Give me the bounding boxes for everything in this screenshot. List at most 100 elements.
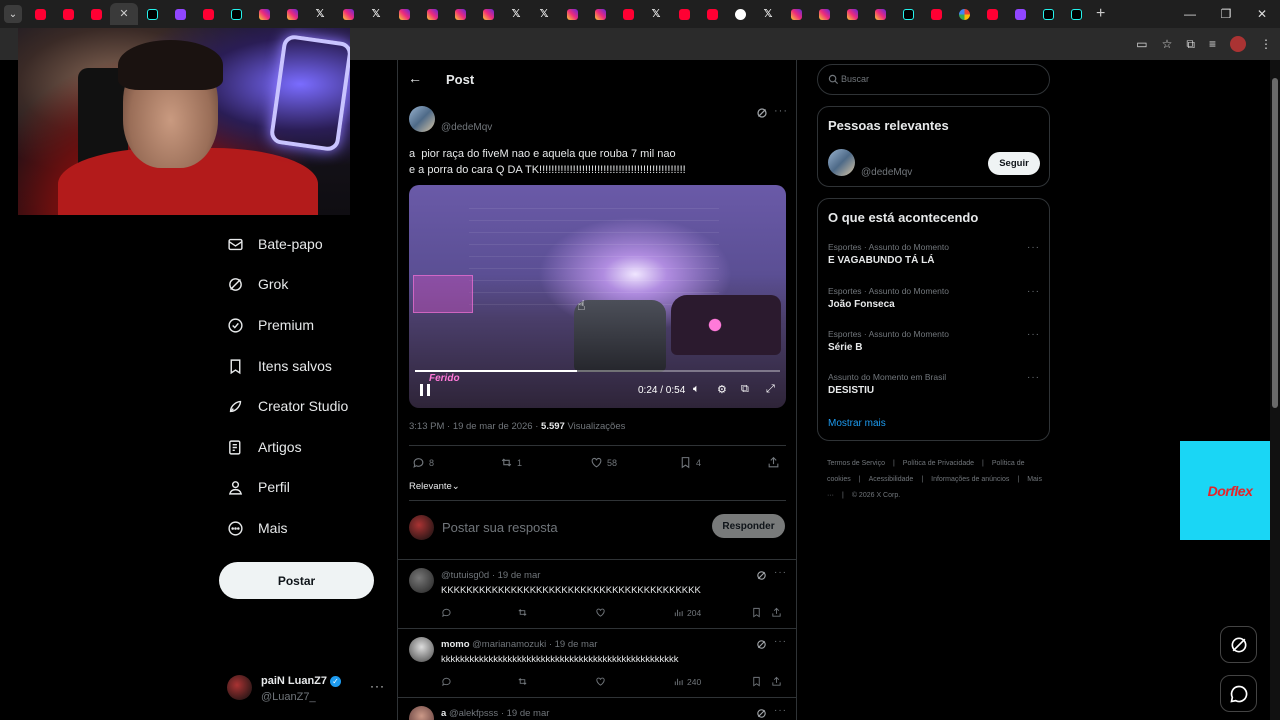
back-arrow-icon[interactable]: ← <box>408 70 422 86</box>
messages-floating-button[interactable] <box>1220 675 1257 712</box>
nav-item-itens-salvos[interactable]: Itens salvos <box>227 352 387 380</box>
restore-button[interactable]: ❐ <box>1208 0 1244 28</box>
share-icon[interactable] <box>771 607 782 618</box>
browser-tab[interactable] <box>54 3 82 25</box>
heart-icon[interactable] <box>595 676 606 687</box>
repost-action[interactable]: 1 <box>500 456 522 469</box>
browser-tab[interactable] <box>250 3 278 25</box>
media-control-icon[interactable]: ≡ <box>1209 37 1216 51</box>
more-icon[interactable]: ··· <box>1027 242 1040 253</box>
browser-tab[interactable] <box>390 3 418 25</box>
comment-avatar[interactable] <box>409 706 434 720</box>
bookmark-icon[interactable] <box>751 676 762 687</box>
scrollbar-thumb[interactable] <box>1272 78 1278 408</box>
post-button[interactable]: Postar <box>219 562 374 599</box>
browser-tab[interactable] <box>26 3 54 25</box>
comment-item[interactable]: momo @marianamozuki · 19 de mar kkkkkkkk… <box>398 629 796 697</box>
trend-item[interactable]: Esportes · Assunto do Momento E VAGABUND… <box>828 242 1041 266</box>
show-more-link[interactable]: Mostrar mais <box>828 418 886 429</box>
url-field[interactable] <box>350 33 1110 55</box>
more-icon[interactable]: ··· <box>774 567 787 578</box>
browser-tab[interactable] <box>334 3 362 25</box>
browser-tab[interactable] <box>726 3 754 25</box>
trend-item[interactable]: Assunto do Momento em Brasil DESISTIU ··… <box>828 372 1041 396</box>
account-switcher[interactable]: paiN LuanZ7 ✓ @LuanZ7_ ··· <box>227 673 387 707</box>
footer-link[interactable]: Informações de anúncios <box>931 476 1009 483</box>
more-icon[interactable]: ··· <box>370 679 385 693</box>
more-icon[interactable]: ··· <box>1027 372 1040 383</box>
trend-item[interactable]: Esportes · Assunto do Momento Série B ··… <box>828 329 1041 353</box>
nav-item-grok[interactable]: Grok <box>227 270 387 298</box>
sort-dropdown[interactable]: Relevante⌄ <box>409 481 460 492</box>
browser-tab[interactable] <box>1062 3 1090 25</box>
browser-tab[interactable]: ✕ <box>110 3 138 25</box>
like-action[interactable]: 58 <box>590 456 617 469</box>
share-icon[interactable] <box>771 676 782 687</box>
browser-tab[interactable] <box>866 3 894 25</box>
browser-tab[interactable] <box>810 3 838 25</box>
dorflex-ad[interactable]: Dorflex <box>1180 441 1280 540</box>
star-icon[interactable]: ☆ <box>1162 37 1173 51</box>
browser-tab[interactable] <box>558 3 586 25</box>
footer-link[interactable]: Acessibilidade <box>869 476 914 483</box>
browser-tab[interactable] <box>1034 3 1062 25</box>
browser-tab[interactable] <box>950 3 978 25</box>
comment-handle[interactable]: @tutuisg0d <box>441 570 489 581</box>
author-handle[interactable]: @dedeMqv <box>441 122 492 133</box>
comment-avatar[interactable] <box>409 637 434 662</box>
browser-tab[interactable] <box>418 3 446 25</box>
browser-tab[interactable]: 𝕏 <box>754 3 782 25</box>
search-input[interactable]: Buscar <box>817 64 1050 95</box>
grok-icon[interactable] <box>756 639 767 650</box>
nav-item-artigos[interactable]: Artigos <box>227 433 387 461</box>
browser-tab[interactable] <box>222 3 250 25</box>
comment-handle[interactable]: @alekfpsss <box>449 708 498 719</box>
browser-tab[interactable] <box>446 3 474 25</box>
browser-tab[interactable] <box>194 3 222 25</box>
reply-icon[interactable] <box>441 607 452 618</box>
comment-item[interactable]: @tutuisg0d · 19 de mar KKKKKKKKKKKKKKKKK… <box>398 560 796 628</box>
person-handle[interactable]: @dedeMqv <box>861 167 912 178</box>
browser-tab[interactable]: 𝕏 <box>642 3 670 25</box>
follow-button[interactable]: Seguir <box>988 152 1040 175</box>
browser-tab[interactable] <box>474 3 502 25</box>
browser-tab[interactable]: 𝕏 <box>362 3 390 25</box>
reply-input[interactable]: Postar sua resposta <box>442 520 558 535</box>
comment-avatar[interactable] <box>409 568 434 593</box>
reply-action[interactable]: 8 <box>412 456 434 469</box>
footer-link[interactable]: Termos de Serviço <box>827 460 885 467</box>
views-stat[interactable]: 240 <box>673 676 701 687</box>
more-icon[interactable]: ··· <box>774 705 787 716</box>
reply-icon[interactable] <box>441 676 452 687</box>
bookmark-action[interactable]: 4 <box>679 456 701 469</box>
comment-item[interactable]: a @alekfpsss · 19 de mar ··· <box>398 698 796 720</box>
browser-tab[interactable] <box>278 3 306 25</box>
browser-tab[interactable] <box>166 3 194 25</box>
bookmark-icon[interactable] <box>751 607 762 618</box>
browser-tab[interactable] <box>614 3 642 25</box>
browser-tab[interactable] <box>838 3 866 25</box>
repost-icon[interactable] <box>517 676 528 687</box>
author-avatar[interactable] <box>409 106 435 132</box>
browser-tab[interactable]: 𝕏 <box>502 3 530 25</box>
video-progress-bar[interactable] <box>415 370 780 372</box>
close-window-button[interactable]: ✕ <box>1244 0 1280 28</box>
settings-gear-icon[interactable]: ⚙ <box>717 383 727 396</box>
browser-tab[interactable] <box>978 3 1006 25</box>
browser-tab[interactable]: 𝕏 <box>530 3 558 25</box>
extensions-icon[interactable]: ⧉ <box>1186 37 1195 52</box>
more-icon[interactable]: ··· <box>1027 329 1040 340</box>
nav-item-perfil[interactable]: Perfil <box>227 473 387 501</box>
tab-search-dropdown-icon[interactable]: ⌄ <box>4 5 22 23</box>
new-tab-button[interactable]: + <box>1096 5 1105 23</box>
page-scrollbar[interactable] <box>1270 60 1280 720</box>
video-player[interactable]: ☝ Ferido 0:24 / 0:54 🔈︎ ⚙ ⧉ ⤢ <box>409 185 786 408</box>
browser-tab[interactable] <box>82 3 110 25</box>
browser-tab[interactable] <box>894 3 922 25</box>
grok-icon[interactable] <box>756 107 768 119</box>
pip-icon[interactable]: ⧉ <box>741 383 749 396</box>
comment-handle[interactable]: @marianamozuki <box>472 639 546 650</box>
more-icon[interactable]: ··· <box>774 636 787 647</box>
views-stat[interactable]: 204 <box>673 607 701 618</box>
browser-tab[interactable] <box>670 3 698 25</box>
